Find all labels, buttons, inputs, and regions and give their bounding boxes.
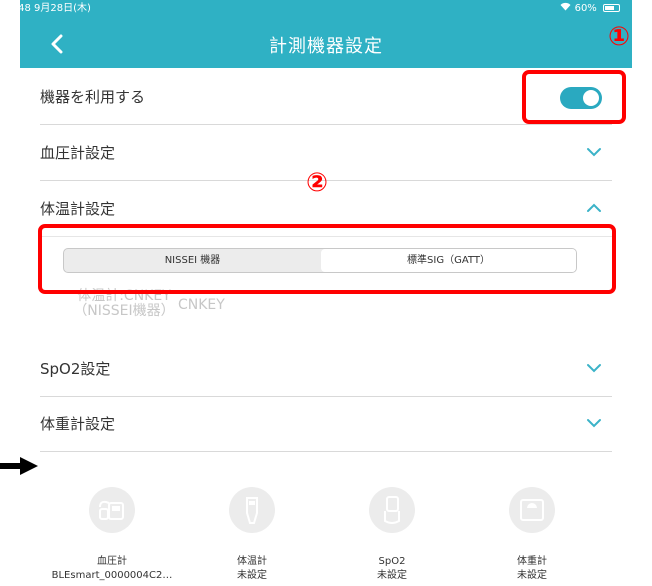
weight-scale-settings-label: 体重計設定 — [40, 415, 116, 433]
device-card-status: BLEsmart_0000004C2… — [51, 570, 173, 581]
annotation-marker-1: ① — [608, 22, 631, 52]
device-card-status: 未設定 — [517, 570, 547, 581]
chevron-up-icon — [587, 203, 601, 212]
annotation-box-1 — [522, 70, 626, 124]
device-card-blood-pressure[interactable]: 血圧計 BLEsmart_0000004C2… — [42, 487, 182, 583]
annotation-marker-2: ② — [306, 168, 329, 198]
thermometer-icon — [229, 487, 275, 533]
pulse-oximeter-icon — [369, 487, 415, 533]
weight-scale-icon — [509, 487, 555, 533]
wifi-icon — [560, 2, 574, 14]
navigation-bar: 計測機器設定 — [20, 18, 632, 68]
device-card-status: 未設定 — [237, 570, 267, 581]
thermometer-device-value: CNKEY — [178, 297, 225, 313]
page-title: 計測機器設定 — [269, 36, 383, 57]
chevron-down-icon — [587, 364, 601, 373]
thermometer-device-name-line2: （NISSEI機器） — [73, 303, 175, 319]
status-bar: 15:48 9月28日(木) 60% — [20, 0, 632, 18]
device-card-status: 未設定 — [377, 570, 407, 581]
device-card-name: 血圧計 — [97, 556, 127, 567]
thermometer-settings-label: 体温計設定 — [40, 200, 116, 218]
device-card-weight-scale[interactable]: 体重計 未設定 — [462, 487, 602, 583]
weight-scale-settings-row[interactable]: 体重計設定 — [40, 396, 612, 452]
chevron-down-icon — [587, 419, 601, 428]
status-right: 60% — [560, 0, 620, 18]
status-time: 15:48 9月28日(木) — [20, 3, 91, 14]
battery-percent: 60% — [574, 3, 597, 14]
spo2-settings-row[interactable]: SpO2設定 — [40, 341, 612, 397]
device-card-thermometer[interactable]: 体温計 未設定 — [182, 487, 322, 583]
spo2-settings-label: SpO2設定 — [40, 360, 111, 378]
battery-icon — [603, 4, 620, 12]
blood-pressure-monitor-icon — [89, 487, 135, 533]
chevron-down-icon — [587, 148, 601, 157]
annotation-box-2 — [38, 224, 616, 294]
use-device-label: 機器を利用する — [40, 88, 146, 106]
arrow-right-icon — [0, 457, 38, 475]
device-card-name: 体重計 — [517, 556, 547, 567]
device-card-name: 体温計 — [237, 556, 267, 567]
device-card-spo2[interactable]: SpO2 未設定 — [322, 487, 462, 583]
blood-pressure-settings-label: 血圧計設定 — [40, 144, 116, 162]
device-card-name: SpO2 — [378, 556, 406, 567]
